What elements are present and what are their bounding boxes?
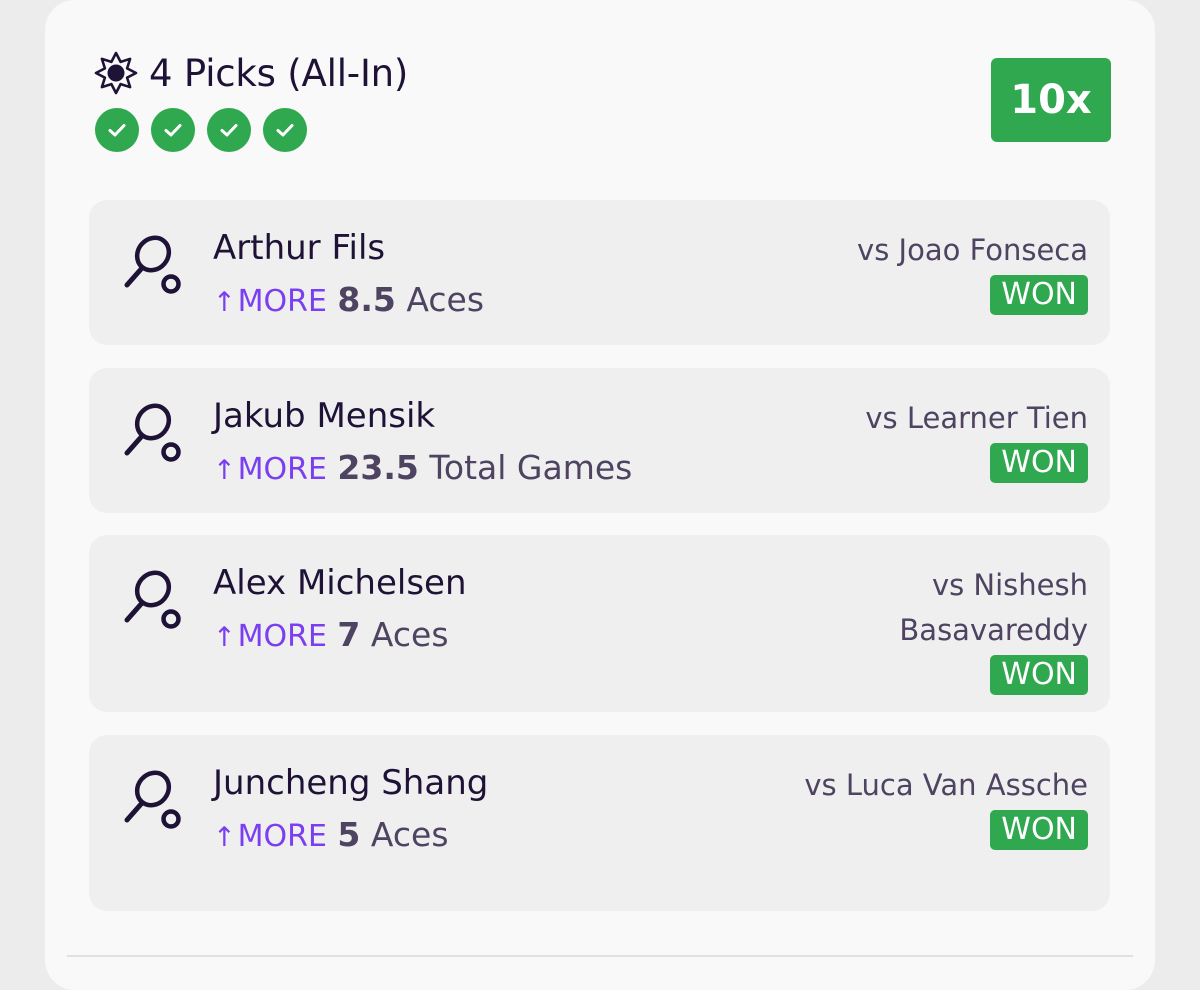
pick-result-column: vs Learner Tien WON <box>758 396 1088 483</box>
pick-line-value: 7 <box>337 615 361 654</box>
opponent-label: vs Joao Fonseca <box>857 233 1088 267</box>
pick-direction: MORE <box>237 452 327 487</box>
pick-direction: MORE <box>237 619 327 654</box>
pick-row[interactable]: Alex Michelsen ↑MORE 7 Aces vs Nishesh B… <box>89 535 1110 712</box>
check-icon <box>108 124 126 137</box>
pick-projection: ↑MORE 7 Aces <box>213 615 449 654</box>
arrow-up-icon: ↑ <box>213 455 236 486</box>
pick-line-value: 5 <box>337 815 361 854</box>
won-badge: WON <box>990 810 1088 850</box>
lineup-card: 4 Picks (All-In) 10x Arthur Fils ↑MORE 8… <box>45 0 1155 990</box>
pick-row[interactable]: Juncheng Shang ↑MORE 5 Aces vs Luca Van … <box>89 735 1110 911</box>
opponent-label: vs Nishesh Basavareddy <box>899 568 1088 647</box>
arrow-up-icon: ↑ <box>213 822 236 853</box>
pick-projection: ↑MORE 5 Aces <box>213 815 449 854</box>
tennis-racket-icon <box>124 770 181 829</box>
lineup-title: 4 Picks (All-In) <box>149 51 409 95</box>
player-name: Jakub Mensik <box>213 396 436 436</box>
pick-stat: Aces <box>370 815 449 854</box>
check-icon <box>220 124 238 137</box>
pick-line-value: 8.5 <box>337 280 396 319</box>
pick-projection: ↑MORE 23.5 Total Games <box>213 448 632 487</box>
pick-result-column: vs Luca Van Assche WON <box>758 763 1088 850</box>
multiplier-badge: 10x <box>991 58 1111 142</box>
player-name: Juncheng Shang <box>213 763 489 803</box>
tennis-racket-icon <box>124 570 181 629</box>
pick-stat: Aces <box>406 280 485 319</box>
won-badge: WON <box>990 443 1088 483</box>
pick-row[interactable]: Jakub Mensik ↑MORE 23.5 Total Games vs L… <box>89 368 1110 513</box>
tennis-racket-icon <box>124 403 181 462</box>
won-badge: WON <box>990 275 1088 315</box>
pick-direction: MORE <box>237 284 327 319</box>
star-badge-icon <box>94 51 138 95</box>
check-icon <box>164 124 182 137</box>
pick-result-column: vs Nishesh Basavareddy WON <box>758 563 1088 695</box>
check-badge-1 <box>95 108 139 152</box>
card-divider <box>67 955 1133 957</box>
pick-projection: ↑MORE 8.5 Aces <box>213 280 484 319</box>
tennis-racket-icon <box>124 235 181 294</box>
result-checks <box>95 108 307 152</box>
pick-stat: Aces <box>370 615 449 654</box>
check-badge-2 <box>151 108 195 152</box>
arrow-up-icon: ↑ <box>213 622 236 653</box>
opponent-label: vs Luca Van Assche <box>804 768 1088 802</box>
pick-row[interactable]: Arthur Fils ↑MORE 8.5 Aces vs Joao Fonse… <box>89 200 1110 345</box>
pick-direction: MORE <box>237 819 327 854</box>
arrow-up-icon: ↑ <box>213 287 236 318</box>
pick-result-column: vs Joao Fonseca WON <box>758 228 1088 315</box>
check-badge-3 <box>207 108 251 152</box>
check-icon <box>276 124 294 137</box>
player-name: Alex Michelsen <box>213 563 467 603</box>
won-badge: WON <box>990 655 1088 695</box>
check-badge-4 <box>263 108 307 152</box>
lineup-header: 4 Picks (All-In) <box>93 50 408 96</box>
pick-stat: Total Games <box>429 448 633 487</box>
opponent-label: vs Learner Tien <box>865 401 1088 435</box>
player-name: Arthur Fils <box>213 228 386 268</box>
pick-line-value: 23.5 <box>337 448 419 487</box>
